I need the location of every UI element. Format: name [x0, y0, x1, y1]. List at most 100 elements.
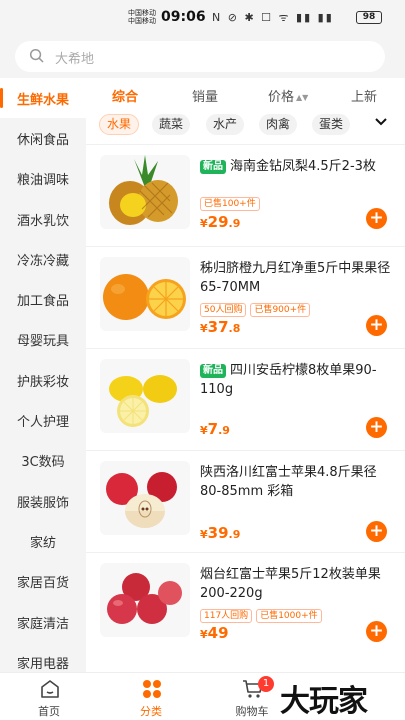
- product-price: ¥29.9: [200, 212, 240, 231]
- product-name: 陕西洛川红富士苹果4.8斤果径80-85mm 彩箱: [200, 465, 377, 499]
- clock: 09:06: [161, 9, 206, 25]
- category-sidebar: 生鲜水果 休闲食品 粮油调味 酒水乳饮 冷冻冷藏 加工食品 母婴玩具 护肤彩妆 …: [0, 78, 86, 672]
- sort-bar: 综合 销量 价格 ▲▼ 上新: [86, 78, 405, 110]
- home-icon: [41, 680, 59, 698]
- product-title: 新品 海南金钻凤梨4.5斤2-3枚: [200, 157, 396, 176]
- price-integer: 49: [207, 624, 229, 642]
- product-tags: 50人回购 已售900+件: [200, 297, 314, 317]
- tab-category[interactable]: 分类: [121, 673, 181, 720]
- product-tags: 117人回购 已售1000+件: [200, 603, 326, 623]
- product-image-apple: [100, 461, 190, 535]
- product-name: 秭归脐橙九月红净重5斤中果果径65-70MM: [200, 261, 391, 295]
- tab-cart-label: 购物车: [235, 705, 269, 718]
- price-decimal: .9: [218, 424, 230, 437]
- search-placeholder: 大希地: [55, 52, 95, 67]
- repurchase-tag: 50人回购: [200, 303, 247, 317]
- product-price: ¥49: [200, 623, 229, 642]
- product-panel: 综合 销量 价格 ▲▼ 上新 水果 蔬菜 水产 肉禽 蛋类 新品 海南金钻凤梨4…: [86, 78, 405, 672]
- price-currency: ¥: [200, 528, 208, 541]
- carrier-1: 中国移动: [128, 9, 156, 17]
- sold-count-tag: 已售1000+件: [256, 609, 322, 623]
- chip-seafood[interactable]: 水产: [206, 114, 245, 135]
- sidebar-item-baby-toys[interactable]: 母婴玩具: [0, 320, 86, 360]
- sidebar-item-fresh-fruit[interactable]: 生鲜水果: [0, 78, 86, 119]
- product-name: 四川安岳柠檬8枚单果90-110g: [200, 363, 377, 397]
- sort-price[interactable]: 价格 ▲▼: [268, 86, 308, 105]
- chip-vegetables[interactable]: 蔬菜: [152, 114, 191, 135]
- sidebar-item-skincare[interactable]: 护肤彩妆: [0, 360, 86, 400]
- sidebar-item-snacks[interactable]: 休闲食品: [0, 118, 86, 158]
- chip-eggs[interactable]: 蛋类: [312, 114, 351, 135]
- cart-count-badge: 1: [258, 676, 274, 692]
- price-integer: 37: [207, 318, 229, 336]
- watermark-logo: 大玩家: [280, 684, 368, 719]
- repurchase-tag: 117人回购: [200, 609, 253, 623]
- status-icons: N ⊘ ✱ ☐ ᯤ ▮▮ ▮▮: [212, 11, 334, 24]
- price-currency: ¥: [200, 628, 208, 641]
- sidebar-item-3c-digital[interactable]: 3C数码: [0, 441, 86, 481]
- price-currency: ¥: [200, 424, 208, 437]
- sidebar-item-clothing[interactable]: 服装服饰: [0, 481, 86, 521]
- sort-arrows-icon: ▲▼: [296, 93, 309, 102]
- product-price: ¥39.9: [200, 523, 240, 542]
- sidebar-item-personal-care[interactable]: 个人护理: [0, 400, 86, 440]
- product-tags: 已售100+件: [200, 191, 264, 211]
- product-card[interactable]: 新品 四川安岳柠檬8枚单果90-110g ¥7.9 +: [86, 348, 405, 450]
- chip-fruit[interactable]: 水果: [99, 114, 140, 135]
- tab-cart[interactable]: 1 购物车: [222, 673, 282, 720]
- subcategory-chips: 水果 蔬菜 水产 肉禽 蛋类: [86, 114, 405, 138]
- product-card[interactable]: 新品 海南金钻凤梨4.5斤2-3枚 已售100+件 ¥29.9 +: [86, 144, 405, 246]
- product-name: 烟台红富士苹果5斤12枚装单果200-220g: [200, 567, 381, 601]
- price-decimal: .9: [228, 217, 241, 230]
- add-to-cart-button[interactable]: +: [366, 521, 387, 542]
- status-bar: 中国移动 中国移动 09:06 N ⊘ ✱ ☐ ᯤ ▮▮ ▮▮ 98: [0, 0, 405, 34]
- product-card[interactable]: 烟台红富士苹果5斤12枚装单果200-220g 117人回购 已售1000+件 ¥…: [86, 552, 405, 654]
- add-to-cart-button[interactable]: +: [366, 315, 387, 336]
- sidebar-item-frozen[interactable]: 冷冻冷藏: [0, 239, 86, 279]
- product-name: 海南金钻凤梨4.5斤2-3枚: [230, 159, 376, 174]
- add-to-cart-button[interactable]: +: [366, 621, 387, 642]
- price-integer: 29: [207, 213, 229, 231]
- product-card[interactable]: 秭归脐橙九月红净重5斤中果果径65-70MM 50人回购 已售900+件 ¥37.…: [86, 246, 405, 348]
- sidebar-item-home-goods[interactable]: 家居百货: [0, 562, 86, 602]
- sort-comprehensive[interactable]: 综合: [112, 86, 138, 105]
- chip-meat-poultry[interactable]: 肉禽: [259, 114, 298, 135]
- product-image-lemon: [100, 359, 190, 433]
- new-badge: 新品: [200, 160, 226, 174]
- product-price: ¥7.9: [200, 419, 230, 438]
- search-bar[interactable]: 大希地: [15, 41, 385, 72]
- add-to-cart-button[interactable]: +: [366, 417, 387, 438]
- product-card[interactable]: 陕西洛川红富士苹果4.8斤果径80-85mm 彩箱 ¥39.9 +: [86, 450, 405, 552]
- add-to-cart-button[interactable]: +: [366, 208, 387, 229]
- new-badge: 新品: [200, 364, 226, 378]
- tab-home[interactable]: 首页: [19, 673, 79, 720]
- sold-count-tag: 已售100+件: [200, 197, 260, 211]
- category-icon: [143, 680, 161, 698]
- product-title: 新品 四川安岳柠檬8枚单果90-110g: [200, 361, 396, 399]
- battery-icon: 98: [356, 11, 382, 24]
- product-image-pineapple: [100, 155, 190, 229]
- sold-count-tag: 已售900+件: [250, 303, 311, 317]
- sidebar-item-drinks[interactable]: 酒水乳饮: [0, 199, 86, 239]
- product-image-orange: [100, 257, 190, 331]
- sidebar-item-textiles[interactable]: 家纺: [0, 521, 86, 561]
- product-image-apples: [100, 563, 190, 637]
- sidebar-item-processed-food[interactable]: 加工食品: [0, 279, 86, 319]
- sidebar-item-cleaning[interactable]: 家庭清洁: [0, 602, 86, 642]
- price-currency: ¥: [200, 217, 208, 230]
- price-decimal: .9: [228, 528, 241, 541]
- price-integer: 39: [207, 524, 229, 542]
- chevron-down-icon[interactable]: [374, 115, 388, 129]
- sidebar-item-appliances[interactable]: 家用电器: [0, 642, 86, 672]
- product-title: 烟台红富士苹果5斤12枚装单果200-220g: [200, 565, 396, 603]
- price-decimal: .8: [228, 322, 241, 335]
- sort-newest[interactable]: 上新: [351, 86, 377, 105]
- carrier-2: 中国移动: [128, 17, 156, 25]
- sort-sales[interactable]: 销量: [192, 86, 218, 105]
- sidebar-item-grain-oil[interactable]: 粮油调味: [0, 159, 86, 199]
- carrier-info: 中国移动 中国移动: [128, 9, 156, 25]
- tab-home-label: 首页: [38, 705, 60, 718]
- product-price: ¥37.8: [200, 317, 240, 336]
- price-currency: ¥: [200, 322, 208, 335]
- tab-category-label: 分类: [140, 705, 162, 718]
